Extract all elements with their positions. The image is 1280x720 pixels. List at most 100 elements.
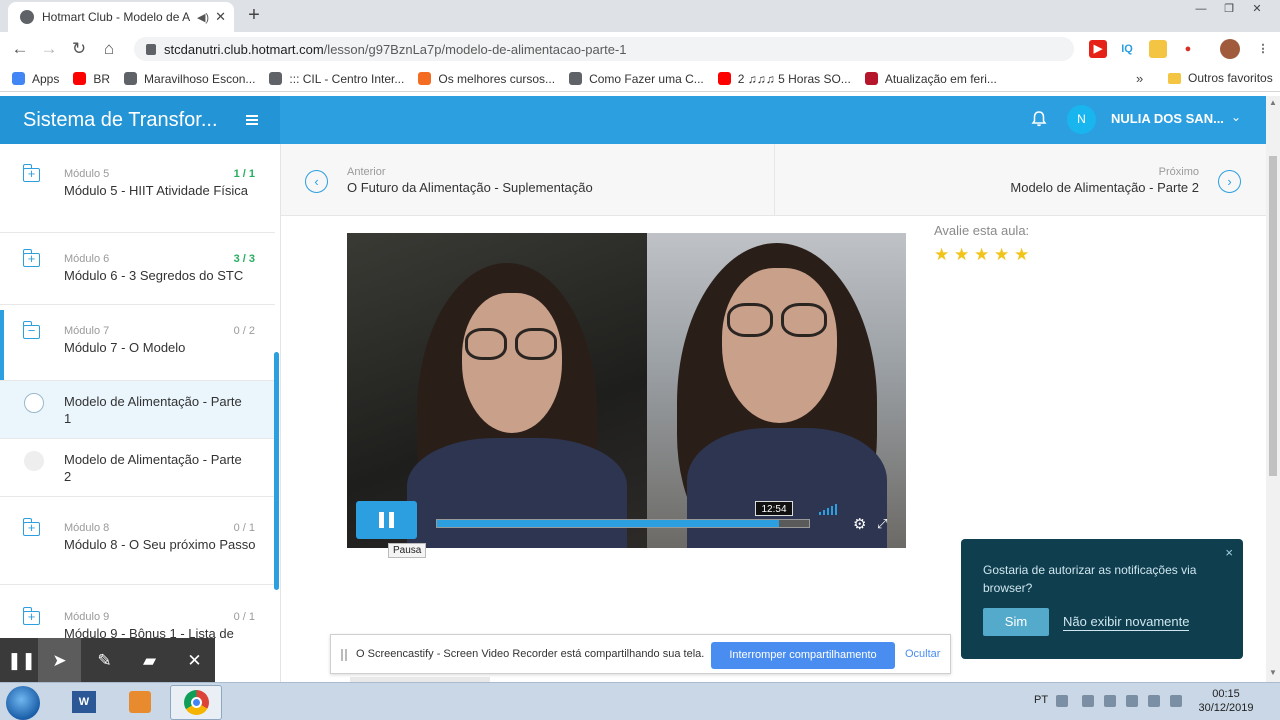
- speaker-icon[interactable]: ◀): [197, 11, 209, 24]
- module-progress: 1 / 1: [233, 168, 255, 180]
- pen-icon[interactable]: ✎: [83, 638, 126, 684]
- minimize-button[interactable]: —: [1186, 0, 1216, 18]
- previous-lesson-link[interactable]: O Futuro da Alimentação - Suplementação: [347, 180, 593, 195]
- bookmark-item[interactable]: BR: [73, 72, 110, 86]
- rating-star-3[interactable]: ★: [974, 245, 989, 265]
- other-bookmarks-folder[interactable]: Outros favoritos: [1168, 71, 1273, 85]
- lesson-name: Modelo de Alimentação - Parte 2: [64, 452, 242, 484]
- lesson-status-icon: [24, 393, 44, 413]
- settings-gear-icon[interactable]: ⚙: [853, 515, 866, 533]
- pause-button[interactable]: [356, 501, 417, 539]
- word-app-icon[interactable]: W: [58, 685, 110, 720]
- dont-show-again-link[interactable]: Não exibir novamente: [1063, 614, 1190, 631]
- globe-icon: [569, 72, 583, 85]
- stop-sharing-button[interactable]: Interromper compartilhamento: [711, 642, 895, 669]
- edit-extension-icon[interactable]: [1149, 40, 1167, 58]
- more-bookmarks-icon[interactable]: »: [1136, 71, 1143, 86]
- bookmark-item[interactable]: 2 ♫♫♫ 5 Horas SO...: [717, 72, 851, 86]
- module-item[interactable]: + Módulo 8 0 / 1 Módulo 8 - O Seu próximo P…: [0, 496, 275, 585]
- microphone-icon[interactable]: [1082, 695, 1094, 707]
- module-name: Módulo 6 - 3 Segredos do STC: [64, 268, 244, 283]
- drag-handle-icon[interactable]: [341, 649, 347, 661]
- clock[interactable]: 00:15 30/12/2019: [1196, 687, 1256, 715]
- speaker-icon[interactable]: [1148, 695, 1160, 707]
- system-tray: PT 00:15 30/12/2019: [1030, 683, 1280, 720]
- user-avatar[interactable]: N: [1067, 105, 1096, 134]
- lesson-navigation: ‹ Anterior O Futuro da Alimentação - Sup…: [281, 144, 1266, 216]
- bookmark-item[interactable]: Os melhores cursos...: [418, 72, 555, 86]
- flag-icon[interactable]: [1126, 695, 1138, 707]
- browser-tab[interactable]: Hotmart Club - Modelo de A ◀) ✕: [8, 2, 234, 32]
- bookmark-item[interactable]: Apps: [12, 72, 59, 86]
- iq-extension-icon[interactable]: IQ: [1118, 40, 1136, 58]
- bell-icon[interactable]: [1030, 110, 1048, 128]
- site-title[interactable]: Sistema de Transfor...: [23, 109, 246, 132]
- screencastify-extension-icon[interactable]: ●: [1179, 40, 1197, 58]
- eraser-icon[interactable]: ▰: [128, 638, 171, 684]
- active-module-indicator: [0, 310, 4, 380]
- back-button[interactable]: ←: [9, 39, 31, 59]
- home-button[interactable]: ⌂: [98, 39, 120, 59]
- youtube-extension-icon[interactable]: ▶: [1089, 40, 1107, 58]
- next-arrow-icon[interactable]: ›: [1218, 170, 1241, 193]
- address-bar[interactable]: stcdanutri.club.hotmart.com /lesson/g97B…: [134, 37, 1074, 300]
- rating-star-2[interactable]: ★: [954, 245, 969, 265]
- bookmark-item[interactable]: Atualização em feri...: [864, 72, 997, 86]
- url-host: stcdanutri.club.hotmart.com: [164, 41, 324, 57]
- previous-arrow-icon[interactable]: ‹: [305, 170, 328, 193]
- windows-start-button[interactable]: [6, 686, 40, 720]
- user-name[interactable]: NULIA DOS SAN...: [1111, 111, 1224, 126]
- close-tab-icon[interactable]: ✕: [215, 9, 226, 25]
- close-window-button[interactable]: ✕: [1242, 0, 1272, 18]
- new-tab-button[interactable]: +: [244, 4, 264, 27]
- page-scrollbar[interactable]: ▲ ▼: [1266, 96, 1280, 682]
- network-icon[interactable]: [1170, 695, 1182, 707]
- close-icon[interactable]: ×: [1225, 545, 1233, 560]
- bookmark-item[interactable]: Como Fazer uma C...: [569, 72, 704, 86]
- module-item[interactable]: − Módulo 7 0 / 2 Módulo 7 - O Modelo: [0, 305, 275, 381]
- chevron-down-icon[interactable]: ⌄: [1231, 110, 1241, 124]
- bookmark-item[interactable]: Maravilhoso Escon...: [124, 72, 255, 86]
- rating-star-4[interactable]: ★: [994, 245, 1009, 265]
- media-player-icon[interactable]: [114, 685, 166, 720]
- scroll-thumb[interactable]: [1269, 156, 1277, 476]
- video-player[interactable]: 12:54 ⚙ ⤢: [347, 233, 906, 548]
- allow-button[interactable]: Sim: [983, 608, 1049, 636]
- app-header: Sistema de Transfor... N NULIA DOS SAN..…: [0, 96, 1266, 144]
- hide-link[interactable]: Ocultar: [905, 648, 940, 660]
- lesson-item[interactable]: Modelo de Alimentação - Parte 1: [0, 381, 275, 439]
- bookmark-item[interactable]: ::: CIL - Centro Inter...: [269, 72, 404, 86]
- reload-button[interactable]: ↻: [68, 39, 90, 59]
- time-tooltip: 12:54: [755, 501, 793, 516]
- hamburger-menu-icon[interactable]: [246, 113, 258, 127]
- module-item[interactable]: + Módulo 5 1 / 1 Módulo 5 - HIIT Atividade …: [0, 144, 275, 233]
- lesson-item[interactable]: Modelo de Alimentação - Parte 2: [0, 439, 275, 497]
- progress-fill: [437, 520, 780, 527]
- chrome-app-icon[interactable]: [170, 685, 222, 720]
- bookmarks-bar: Apps BR Maravilhoso Escon...::: CIL - Cent…: [0, 66, 1280, 92]
- progress-bar[interactable]: [436, 519, 810, 528]
- sidebar-scrollbar[interactable]: [274, 352, 279, 590]
- close-icon[interactable]: ✕: [173, 638, 216, 684]
- forward-button[interactable]: →: [38, 39, 60, 59]
- battery-icon[interactable]: [1104, 695, 1116, 707]
- profile-avatar[interactable]: [1220, 39, 1240, 59]
- module-item[interactable]: + Módulo 6 3 / 3 Módulo 6 - 3 Segredos do S…: [0, 233, 275, 305]
- menu-dots-icon[interactable]: ⋮: [1254, 40, 1272, 58]
- language-indicator[interactable]: PT: [1034, 694, 1048, 706]
- pause-icon[interactable]: ❚❚: [0, 638, 43, 684]
- previous-label: Anterior: [347, 166, 386, 178]
- k-icon: [418, 72, 432, 85]
- module-kicker: Módulo 8: [64, 522, 110, 534]
- keyboard-icon[interactable]: [1056, 695, 1068, 707]
- restore-button[interactable]: ❐: [1214, 0, 1244, 18]
- scroll-down-icon[interactable]: ▼: [1266, 668, 1280, 677]
- scroll-up-icon[interactable]: ▲: [1266, 98, 1280, 107]
- cursor-icon[interactable]: ➤: [38, 638, 81, 684]
- rating-star-1[interactable]: ★: [934, 245, 949, 265]
- bookmark-label: Apps: [32, 71, 60, 86]
- rating-star-5[interactable]: ★: [1014, 245, 1029, 265]
- bookmark-label: ::: CIL - Centro Inter...: [289, 71, 405, 86]
- fullscreen-icon[interactable]: ⤢: [877, 516, 887, 532]
- next-lesson-link[interactable]: Modelo de Alimentação - Parte 2: [1010, 180, 1199, 195]
